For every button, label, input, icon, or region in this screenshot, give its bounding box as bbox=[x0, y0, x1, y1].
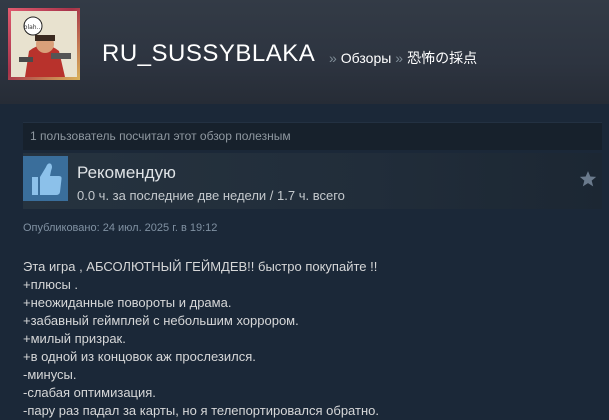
review-verdict: Рекомендую bbox=[77, 163, 176, 182]
avatar-image: blah... bbox=[11, 11, 77, 77]
posted-date: Опубликовано: 24 июл. 2025 г. в 19:12 bbox=[23, 222, 218, 234]
breadcrumb-separator: » bbox=[329, 50, 337, 66]
review-line: +забавный геймплей с небольшим хоррором. bbox=[23, 313, 299, 328]
playtime-hours: 0.0 ч. за последние две недели / 1.7 ч. … bbox=[77, 188, 345, 203]
review-body: Эта игра , АБСОЛЮТНЫЙ ГЕЙМДЕВ!! быстро п… bbox=[23, 258, 593, 420]
review-line: -слабая оптимизация. bbox=[23, 385, 156, 400]
avatar-art-icon: blah... bbox=[11, 11, 77, 77]
review-line: -минусы. bbox=[23, 367, 77, 382]
star-icon[interactable] bbox=[578, 169, 598, 189]
persona-name[interactable]: RU_SUSSYBLAKA bbox=[102, 40, 315, 68]
helpful-count: 1 пользователь посчитал этот обзор полез… bbox=[23, 122, 602, 150]
review-line: Эта игра , АБСОЛЮТНЫЙ ГЕЙМДЕВ!! быстро п… bbox=[23, 259, 378, 274]
thumbs-up-icon bbox=[23, 156, 68, 201]
review-summary: Рекомендую 0.0 ч. за последние две недел… bbox=[23, 153, 602, 209]
review-line: +неожиданные повороты и драма. bbox=[23, 295, 232, 310]
review-line: +в одной из концовок аж прослезился. bbox=[23, 349, 256, 364]
breadcrumb-separator: » bbox=[395, 50, 404, 66]
avatar[interactable]: blah... bbox=[8, 8, 80, 80]
review-line: -пару раз падал за карты, но я телепорти… bbox=[23, 403, 379, 418]
profile-header: blah... RU_SUSSYBLAKA » Обзоры» 恐怖の採点 bbox=[0, 0, 609, 104]
breadcrumb: » Обзоры» 恐怖の採点 bbox=[325, 48, 477, 68]
review-line: +плюсы . bbox=[23, 277, 79, 292]
breadcrumb-reviews-link[interactable]: Обзоры bbox=[341, 50, 392, 66]
breadcrumb-game-link[interactable]: 恐怖の採点 bbox=[407, 50, 477, 66]
review-line: +милый призрак. bbox=[23, 331, 126, 346]
svg-text:blah...: blah... bbox=[24, 24, 43, 31]
